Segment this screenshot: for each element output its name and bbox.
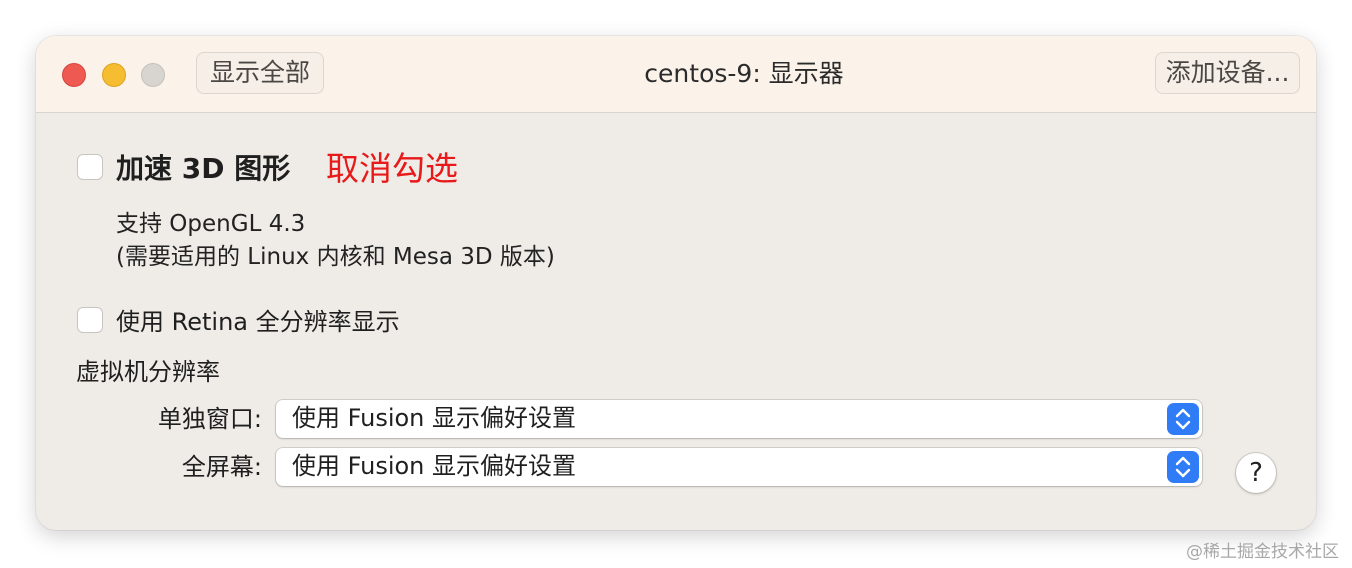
opengl-support-text: 支持 OpenGL 4.3 xyxy=(116,211,306,237)
full-screen-resolution-popup[interactable]: 使用 Fusion 显示偏好设置 xyxy=(276,448,1202,486)
help-button[interactable]: ? xyxy=(1236,453,1276,493)
watermark: @稀土掘金技术社区 xyxy=(1186,542,1339,562)
accelerate-3d-label: 加速 3D 图形 xyxy=(116,152,291,185)
chevron-up-down-icon xyxy=(1167,403,1199,435)
full-screen-resolution-value: 使用 Fusion 显示偏好设置 xyxy=(292,452,577,480)
resolution-section-title: 虚拟机分辨率 xyxy=(76,358,220,386)
chevron-up-down-icon xyxy=(1167,451,1199,483)
single-window-resolution-value: 使用 Fusion 显示偏好设置 xyxy=(292,404,577,432)
retina-checkbox[interactable] xyxy=(77,307,103,333)
full-screen-label: 全屏幕: xyxy=(181,453,262,481)
question-mark-icon: ? xyxy=(1249,458,1263,488)
display-settings-window: 显示全部 centos-9: 显示器 添加设备... 加速 3D 图形 取消勾选… xyxy=(36,36,1316,530)
uncheck-annotation: 取消勾选 xyxy=(326,149,458,188)
accelerate-3d-checkbox[interactable] xyxy=(77,154,103,180)
titlebar: 显示全部 centos-9: 显示器 添加设备... xyxy=(36,36,1316,113)
opengl-requirement-text: (需要适用的 Linux 内核和 Mesa 3D 版本) xyxy=(116,244,555,270)
single-window-resolution-popup[interactable]: 使用 Fusion 显示偏好设置 xyxy=(276,400,1202,438)
add-device-button[interactable]: 添加设备... xyxy=(1155,52,1300,94)
window-title: centos-9: 显示器 xyxy=(644,59,844,88)
retina-label: 使用 Retina 全分辨率显示 xyxy=(116,308,400,336)
single-window-label: 单独窗口: xyxy=(157,405,262,433)
